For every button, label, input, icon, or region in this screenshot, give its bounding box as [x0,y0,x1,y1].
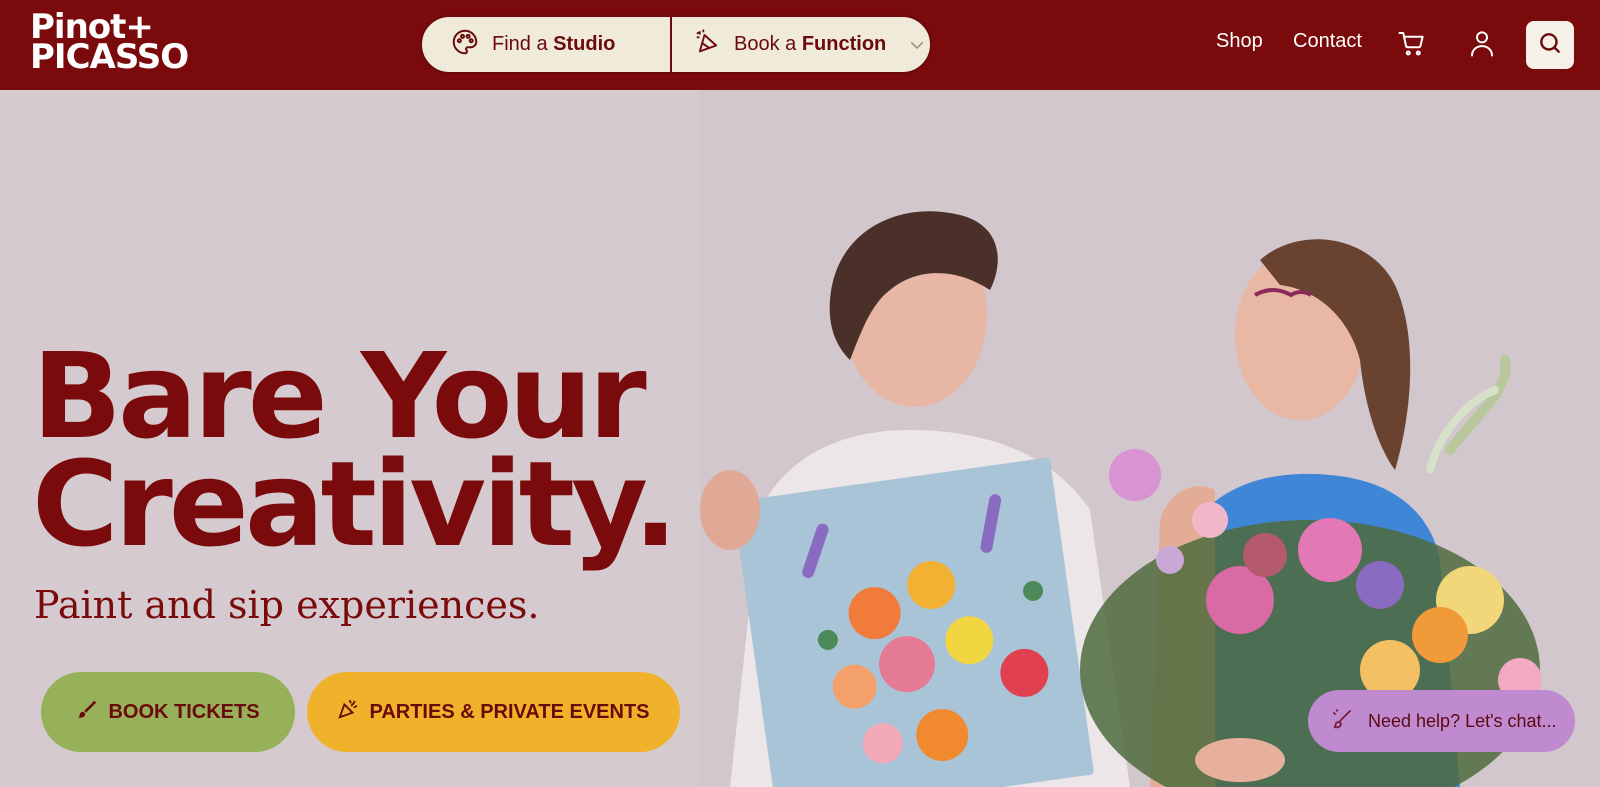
nav-contact-link[interactable]: Contact [1293,30,1362,53]
book-function-dropdown[interactable]: Book a Function [672,17,930,72]
find-studio-bold: Studio [553,33,616,55]
account-button[interactable] [1465,28,1499,62]
find-studio-button[interactable]: Find a Studio [422,17,672,72]
primary-action-switch: Find a Studio Book a Function [420,15,932,74]
user-icon [1467,28,1497,63]
book-tickets-label: BOOK TICKETS [108,700,260,723]
site-header: Pinot+ PICASSO Find a Studio Book a Func… [0,0,1600,90]
hero-title: Bare Your Creativity. [32,327,732,573]
search-icon [1537,30,1563,61]
book-function-prefix: Book a [734,33,802,55]
pinot-picasso-logo[interactable]: Pinot+ PICASSO [30,10,205,78]
chat-label: Need help? Let's chat... [1368,710,1557,731]
party-hat-icon [694,28,722,62]
brush-icon [76,698,98,726]
search-button[interactable] [1526,21,1574,69]
hero-title-line-2: Creativity. [32,435,678,573]
chat-widget-button[interactable]: Need help? Let's chat... [1308,690,1575,752]
hero-section: Bare Your Creativity. Paint and sip expe… [0,90,1600,787]
book-tickets-button[interactable]: BOOK TICKETS [41,672,295,752]
parties-label: PARTIES & PRIVATE EVENTS [369,700,650,723]
cart-button[interactable] [1395,28,1429,62]
chat-paintbrush-icon [1330,707,1354,736]
hero-subtitle: Paint and sip experiences. [34,583,540,627]
hero-title-line-1: Bare Your [32,327,647,465]
book-function-label: Book a Function [734,33,886,56]
find-studio-prefix: Find a [492,33,554,55]
nav-shop-link[interactable]: Shop [1216,30,1263,53]
book-function-bold: Function [801,33,887,55]
party-popper-icon [337,698,359,726]
logo-line-2: PICASSO [30,37,189,77]
palette-icon [450,27,480,63]
find-studio-label: Find a Studio [492,33,615,56]
parties-private-events-button[interactable]: PARTIES & PRIVATE EVENTS [307,672,680,752]
chevron-down-icon [908,36,926,54]
cart-icon [1397,28,1427,63]
